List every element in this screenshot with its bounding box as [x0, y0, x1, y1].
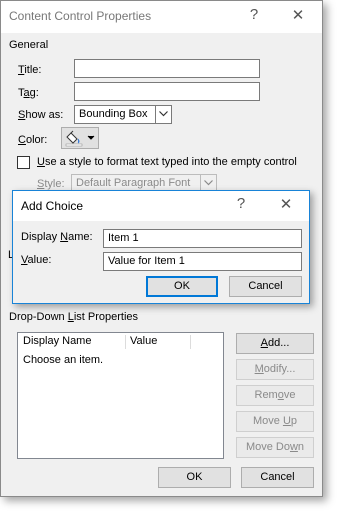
display-name-input[interactable]: Item 1	[103, 229, 302, 248]
general-heading: General	[9, 39, 49, 51]
title-label: Title:	[18, 64, 42, 76]
show-as-select[interactable]: Bounding Box	[74, 105, 172, 124]
help-icon[interactable]: ?	[231, 195, 251, 212]
color-button[interactable]	[61, 127, 99, 149]
help-icon[interactable]: ?	[244, 6, 264, 23]
column-separator	[190, 335, 191, 349]
move-down-button[interactable]: Move Down	[236, 437, 314, 458]
use-style-checkbox[interactable]	[17, 156, 30, 169]
add-choice-titlebar[interactable]: Add Choice ? ✕	[13, 191, 309, 221]
add-choice-ok-button[interactable]: OK	[146, 276, 218, 297]
title-input[interactable]	[74, 59, 260, 78]
add-choice-title: Add Choice	[21, 199, 84, 213]
use-style-label: Use a style to format text typed into th…	[37, 156, 297, 168]
column-separator	[125, 335, 126, 349]
tag-input[interactable]	[74, 82, 260, 101]
display-name-label: Display Name:	[21, 231, 93, 243]
remove-button[interactable]: Remove	[236, 385, 314, 406]
ok-button[interactable]: OK	[158, 467, 231, 488]
color-label: Color:	[18, 134, 48, 146]
show-as-value: Bounding Box	[79, 108, 148, 120]
tag-label: Tag:	[18, 87, 39, 99]
add-choice-dialog: Add Choice ? ✕ Display Name: Item 1 Valu…	[12, 190, 310, 304]
modify-button[interactable]: Modify...	[236, 359, 314, 380]
dialog-titlebar[interactable]: Content Control Properties ? ✕	[1, 1, 322, 33]
value-label: Value:	[21, 254, 52, 266]
value-input[interactable]: Value for Item 1	[103, 252, 302, 271]
dropdown-heading: Drop-Down List Properties	[9, 311, 139, 323]
dialog-title: Content Control Properties	[9, 9, 152, 23]
paint-bucket-icon	[65, 130, 95, 147]
close-icon[interactable]: ✕	[288, 6, 308, 24]
column-display-name[interactable]: Display Name	[23, 335, 91, 347]
add-choice-cancel-button[interactable]: Cancel	[229, 276, 302, 297]
close-icon[interactable]: ✕	[276, 195, 296, 213]
add-button[interactable]: Add...	[236, 333, 314, 354]
cancel-button[interactable]: Cancel	[241, 467, 314, 488]
style-value: Default Paragraph Font	[76, 177, 191, 189]
dropdown-arrow-icon	[155, 106, 171, 123]
style-label: Style:	[37, 178, 65, 190]
move-up-button[interactable]: Move Up	[236, 411, 314, 432]
show-as-label: Show as:	[18, 109, 64, 121]
empty-list-text: Choose an item.	[23, 354, 104, 366]
choice-list[interactable]: Display Name Value Choose an item.	[17, 332, 224, 459]
column-value[interactable]: Value	[130, 335, 157, 347]
